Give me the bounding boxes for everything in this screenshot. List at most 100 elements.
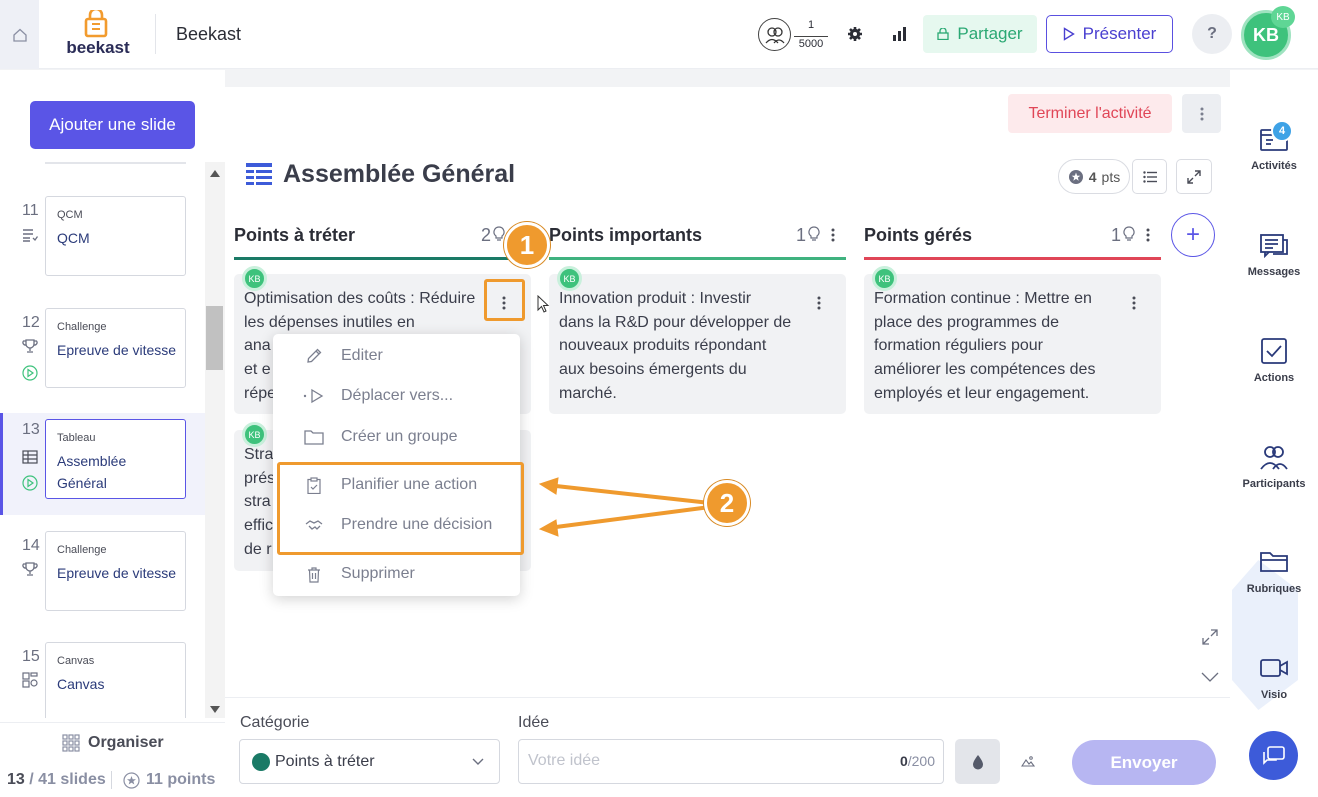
menu-item-label: Editer <box>341 347 383 364</box>
beekast-logo[interactable]: beekast <box>62 7 134 58</box>
slide-total: / 41 slides <box>29 771 106 788</box>
share-button[interactable]: Partager <box>923 15 1037 53</box>
list-icon <box>1142 170 1157 183</box>
selection-bar <box>0 413 3 515</box>
category-select[interactable]: Points à tréter <box>239 739 500 784</box>
expand-composer-button[interactable] <box>1190 617 1230 657</box>
activities-count-badge: 4 <box>1271 120 1293 142</box>
annotation-badge-1: 1 <box>504 222 550 268</box>
slide-thumbnail[interactable]: Canvas Canvas <box>45 642 186 718</box>
participant-counter[interactable]: 1 5000 <box>758 17 828 51</box>
slide-type: QCM <box>57 209 83 221</box>
more-options-button[interactable] <box>1182 94 1221 133</box>
present-button[interactable]: Présenter <box>1046 15 1173 53</box>
list-view-button[interactable] <box>1132 159 1167 194</box>
participants-max: 5000 <box>794 36 828 50</box>
board-title: Assemblée Général <box>245 160 515 189</box>
slide-thumbnail[interactable]: QCM QCM <box>45 196 186 276</box>
slide-current: 13 <box>7 771 25 788</box>
organiser-button[interactable]: Organiser <box>62 734 164 752</box>
gear-icon <box>848 27 862 41</box>
idea-label: Idée <box>518 714 550 731</box>
settings-button[interactable] <box>843 22 867 46</box>
share-label: Partager <box>957 24 1023 43</box>
slide-number: 13 <box>22 421 40 438</box>
send-button[interactable]: Envoyer <box>1072 740 1216 785</box>
vertical-dots-icon <box>817 296 821 310</box>
video-icon <box>1232 651 1316 685</box>
slide-list-scrollbar[interactable] <box>205 162 225 718</box>
annotation-highlight-menu-items <box>277 462 524 555</box>
slide-item-11[interactable]: 11 QCM QCM <box>0 196 205 306</box>
menu-item-edit[interactable]: Editer <box>273 336 520 376</box>
slide-item-13[interactable]: 13 Tableau Assemblée Général <box>0 413 205 515</box>
scrollbar-thumb[interactable] <box>206 306 223 370</box>
divider <box>155 14 156 54</box>
sidebar-item-rubriques[interactable]: Rubriques <box>1232 545 1316 595</box>
terminate-activity-button[interactable]: Terminer l'activité <box>1008 94 1172 133</box>
logo-text: beekast <box>66 38 130 57</box>
points-label: 11 points <box>146 771 216 788</box>
idea-input[interactable] <box>528 752 858 770</box>
idea-line: employés et leur engagement. <box>874 384 1090 402</box>
column-header-points-importants[interactable]: Points importants 1 <box>549 222 846 260</box>
sidebar-label: Participants <box>1242 478 1306 490</box>
sidebar-item-actions[interactable]: Actions <box>1232 334 1316 384</box>
color-picker-button[interactable] <box>955 739 1000 784</box>
lightbulb-icon <box>808 226 820 247</box>
slide-type: Tableau <box>57 432 96 444</box>
board-title-text: Assemblée Général <box>283 160 516 188</box>
category-color-dot <box>252 753 270 771</box>
scroll-down-arrow-icon <box>210 706 220 713</box>
participants-icon <box>1232 440 1316 474</box>
help-button[interactable]: ? <box>1192 14 1232 54</box>
folder-icon <box>1232 545 1316 579</box>
sidebar-label: Messages <box>1247 266 1301 278</box>
column-menu-button[interactable] <box>1141 226 1155 244</box>
sidebar-item-participants[interactable]: Participants <box>1232 440 1316 490</box>
scroll-up-arrow-icon <box>210 170 220 177</box>
sidebar-item-messages[interactable]: Messages <box>1232 228 1316 278</box>
idea-input-field[interactable]: 0/200 <box>518 739 944 784</box>
divider <box>0 722 225 723</box>
fullscreen-button[interactable] <box>1176 159 1212 194</box>
char-counter: 0/200 <box>900 753 935 769</box>
points-badge[interactable]: 4 pts <box>1058 159 1130 194</box>
column-name: Points gérés <box>864 225 973 245</box>
slide-thumbnail[interactable]: Challenge Epreuve de vitesse <box>45 308 186 388</box>
slide-item-12[interactable]: 12 Challenge Epreuve de vitesse <box>0 308 205 418</box>
collapse-composer-button[interactable] <box>1190 657 1230 697</box>
sidebar-item-visio[interactable]: Visio <box>1232 651 1316 701</box>
home-button[interactable] <box>0 0 39 69</box>
stats-button[interactable] <box>888 22 912 46</box>
slide-thumbnail[interactable]: Tableau Assemblée Général <box>45 419 186 499</box>
column-header-points-geres[interactable]: Points gérés 1 <box>864 222 1161 260</box>
image-icon <box>1021 756 1035 767</box>
column-menu-button[interactable] <box>826 226 840 244</box>
idea-card[interactable]: KB Formation continue : Mettre en place … <box>864 266 1161 414</box>
add-column-button[interactable]: + <box>1171 213 1215 257</box>
menu-item-move[interactable]: Déplacer vers... <box>273 376 520 416</box>
idea-line: Formation continue : Mettre en <box>874 290 1092 307</box>
menu-item-create-group[interactable]: Créer un groupe <box>273 417 520 457</box>
vertical-dots-icon <box>1132 296 1136 310</box>
column-header-points-a-treter[interactable]: Points à tréter 2 <box>234 222 531 260</box>
canvas-icon <box>21 671 39 689</box>
slide-number: 15 <box>22 648 40 665</box>
slide-item-14[interactable]: 14 Challenge Epreuve de vitesse <box>0 531 205 641</box>
home-icon <box>12 28 27 42</box>
slide-item-15[interactable]: 15 Canvas Canvas <box>0 642 205 718</box>
card-menu-button[interactable] <box>1127 294 1141 312</box>
idea-card[interactable]: KB Innovation produit : Investir dans la… <box>549 266 846 414</box>
slide-list[interactable]: 11 QCM QCM 12 Challenge Epreuve de vites… <box>0 162 205 718</box>
add-slide-button[interactable]: Ajouter une slide <box>30 101 195 149</box>
category-value: Points à tréter <box>275 753 375 770</box>
chat-button[interactable] <box>1249 731 1298 780</box>
idea-line: marché. <box>559 384 617 402</box>
slide-thumbnail[interactable]: Challenge Epreuve de vitesse <box>45 531 186 611</box>
menu-item-delete[interactable]: Supprimer <box>273 554 520 594</box>
slide-title: Canvas <box>57 676 105 692</box>
image-button[interactable] <box>1016 749 1040 773</box>
card-menu-button[interactable] <box>812 294 826 312</box>
pencil-icon <box>303 345 325 367</box>
